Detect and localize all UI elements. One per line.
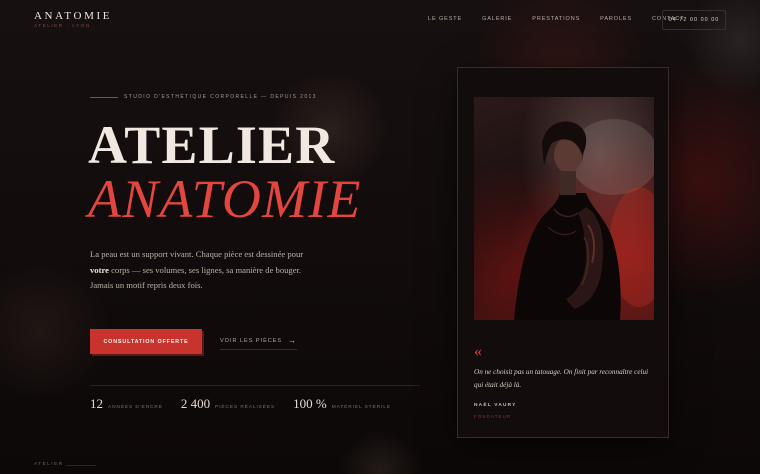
footer-rule <box>66 465 96 466</box>
portrait-photo <box>474 97 654 320</box>
nav-item-paroles[interactable]: PAROLES <box>600 16 632 22</box>
eyebrow-text: STUDIO D'ESTHÉTIQUE CORPORELLE — DEPUIS … <box>124 94 317 100</box>
footer-label: ATELIER <box>34 462 64 467</box>
hero-title-line1: ATELIER <box>88 115 336 175</box>
consultation-button[interactable]: CONSULTATION OFFERTE <box>90 329 202 354</box>
stat-label: PIÈCES RÉALISÉES <box>215 405 276 410</box>
lead-emphasis: votre <box>90 264 109 275</box>
brand-name: ANATOMIE <box>34 10 113 22</box>
stat-label: MATÉRIEL STÉRILE <box>331 405 391 410</box>
stat-value: 100 % <box>293 396 327 411</box>
stats-row: 12 ANNÉES D'ENCRE 2 400 PIÈCES RÉALISÉES… <box>90 396 409 412</box>
testimonial-quote: On ne choisit pas un tatouage. On finit … <box>474 368 649 389</box>
stats-divider <box>90 385 420 386</box>
eyebrow-rule <box>90 96 118 98</box>
nav-item-prestations[interactable]: PRESTATIONS <box>532 16 580 22</box>
stat-sterile: 100 % MATÉRIEL STÉRILE <box>293 396 391 412</box>
testimonial-role: FONDATEUR <box>474 414 512 419</box>
portrait-illustration <box>514 119 654 320</box>
brand-logo[interactable]: ANATOMIE ATELIER · LYON <box>34 10 112 28</box>
quote-icon: « <box>474 343 482 360</box>
testimonial-card: « On ne choisit pas un tatouage. On fini… <box>457 67 669 438</box>
stat-value: 12 <box>90 396 103 411</box>
nav-item-le-geste[interactable]: LE GESTE <box>428 16 462 22</box>
view-pieces-label: VOIR LES PIÈCES <box>220 337 283 344</box>
stat-years: 12 ANNÉES D'ENCRE <box>90 396 163 412</box>
testimonial-author: NAËL VAURY <box>474 403 517 408</box>
lead-text-part2: corps — ses volumes, ses lignes, sa mani… <box>90 264 302 291</box>
hero-eyebrow: STUDIO D'ESTHÉTIQUE CORPORELLE — DEPUIS … <box>90 94 317 100</box>
lead-text-part1: La peau est un support vivant. Chaque pi… <box>90 249 304 259</box>
arrow-right-icon: → <box>288 336 298 345</box>
view-pieces-link[interactable]: VOIR LES PIÈCES → <box>220 336 298 350</box>
brand-subtitle: ATELIER · LYON <box>34 23 91 28</box>
stat-label: ANNÉES D'ENCRE <box>108 405 163 410</box>
hero-lead: La peau est un support vivant. Chaque pi… <box>90 247 308 294</box>
stat-value: 2 400 <box>180 396 211 411</box>
hero-title-line2: ANATOMIE <box>88 169 362 229</box>
stat-pieces: 2 400 PIÈCES RÉALISÉES <box>181 396 275 412</box>
phone-button[interactable]: 04 72 00 00 00 <box>662 10 726 30</box>
nav-item-galerie[interactable]: GALERIE <box>482 16 512 22</box>
